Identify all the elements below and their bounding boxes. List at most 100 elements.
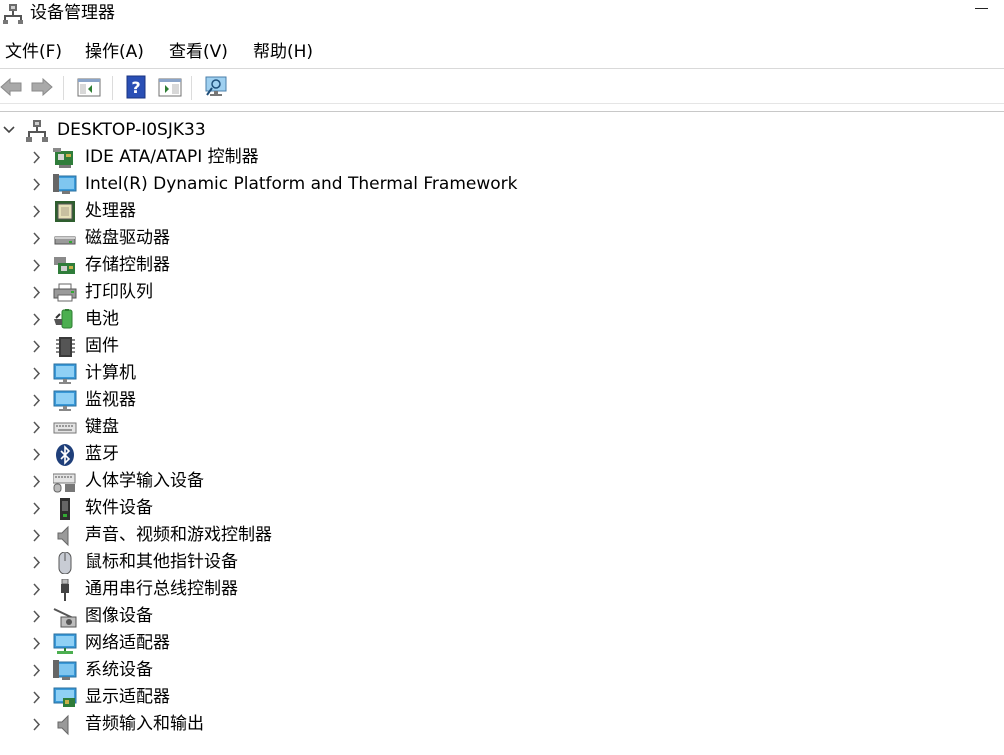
chevron-right-icon[interactable] (30, 171, 44, 198)
battery-icon (53, 309, 77, 331)
tree-item-monitor[interactable]: 监视器 (0, 387, 600, 414)
tree-item-label: 鼠标和其他指针设备 (85, 552, 238, 572)
tree-item-system-devices[interactable]: 系统设备 (0, 657, 600, 684)
tree-item-display-adapter[interactable]: 显示适配器 (0, 684, 600, 711)
tree-item-label: 人体学输入设备 (85, 471, 204, 491)
tree-item-software-device[interactable]: 软件设备 (0, 495, 600, 522)
chevron-right-icon[interactable] (30, 279, 44, 306)
chevron-right-icon[interactable] (30, 630, 44, 657)
chevron-right-icon[interactable] (30, 603, 44, 630)
tree-item-label: 音频输入和输出 (85, 714, 204, 734)
window-title: 设备管理器 (30, 3, 115, 23)
sound-icon (53, 525, 77, 547)
tree-item-battery[interactable]: 电池 (0, 306, 600, 333)
toolbar-separator (112, 76, 113, 100)
menu-action[interactable]: 操作(A) (85, 39, 144, 65)
camera-icon (53, 606, 77, 628)
tree-item-keyboard[interactable]: 键盘 (0, 414, 600, 441)
menu-help[interactable]: 帮助(H) (253, 39, 313, 65)
tree-item-label: 图像设备 (85, 606, 153, 626)
chevron-right-icon[interactable] (30, 684, 44, 711)
chevron-right-icon[interactable] (30, 657, 44, 684)
tree-item-ide[interactable]: IDE ATA/ATAPI 控制器 (0, 144, 600, 171)
tree-item-label: 软件设备 (85, 498, 153, 518)
tree-item-label: IDE ATA/ATAPI 控制器 (85, 147, 259, 167)
tree-item-usb[interactable]: 通用串行总线控制器 (0, 576, 600, 603)
tree-item-intel-dptf[interactable]: Intel(R) Dynamic Platform and Thermal Fr… (0, 171, 600, 198)
tree-item-label: 电池 (85, 309, 119, 329)
disk-drive-icon (53, 228, 77, 250)
tree-item-storage[interactable]: 存储控制器 (0, 252, 600, 279)
chevron-right-icon[interactable] (30, 522, 44, 549)
tree-item-hid[interactable]: 人体学输入设备 (0, 468, 600, 495)
mouse-icon (53, 551, 77, 575)
tree-item-label: 蓝牙 (85, 444, 119, 464)
chevron-right-icon[interactable] (30, 495, 44, 522)
tree-item-bluetooth[interactable]: 蓝牙 (0, 441, 600, 468)
tree-root[interactable]: DESKTOP-I0SJK33 (0, 117, 600, 144)
chevron-right-icon[interactable] (30, 468, 44, 495)
menu-file[interactable]: 文件(F) (5, 39, 62, 65)
printer-icon (53, 282, 77, 304)
tree-item-label: 网络适配器 (85, 633, 170, 653)
chevron-right-icon[interactable] (30, 144, 44, 171)
tree-item-computer[interactable]: 计算机 (0, 360, 600, 387)
firmware-icon (53, 336, 77, 358)
tree-item-sound[interactable]: 声音、视频和游戏控制器 (0, 522, 600, 549)
chevron-right-icon[interactable] (30, 711, 44, 738)
toolbar: ? (0, 70, 1004, 104)
tree-item-label: 存储控制器 (85, 255, 170, 275)
tree-item-label: 计算机 (85, 363, 136, 383)
chevron-right-icon[interactable] (30, 306, 44, 333)
tree-item-label: 显示适配器 (85, 687, 170, 707)
tree-item-disk[interactable]: 磁盘驱动器 (0, 225, 600, 252)
chevron-right-icon[interactable] (30, 576, 44, 603)
tree-item-print-queue[interactable]: 打印队列 (0, 279, 600, 306)
tree-item-firmware[interactable]: 固件 (0, 333, 600, 360)
chevron-right-icon[interactable] (30, 387, 44, 414)
chevron-right-icon[interactable] (30, 252, 44, 279)
audio-io-icon (53, 714, 77, 736)
hid-icon (52, 471, 77, 493)
tree-item-mouse[interactable]: 鼠标和其他指针设备 (0, 549, 600, 576)
back-icon[interactable] (0, 74, 24, 100)
minimize-button[interactable] (958, 0, 1004, 28)
chevron-down-icon[interactable] (2, 117, 16, 144)
title-bar: 设备管理器 (0, 0, 1004, 30)
tree-item-processor[interactable]: 处理器 (0, 198, 600, 225)
network-adapter-icon (53, 633, 77, 655)
chevron-right-icon[interactable] (30, 225, 44, 252)
tree-item-audio-io[interactable]: 音频输入和输出 (0, 711, 600, 738)
computer-root-icon (25, 120, 49, 142)
menu-divider (0, 68, 1004, 69)
chevron-right-icon[interactable] (30, 441, 44, 468)
display-adapter-icon (53, 687, 77, 709)
tree-item-network[interactable]: 网络适配器 (0, 630, 600, 657)
chevron-right-icon[interactable] (30, 360, 44, 387)
tree-item-label: 键盘 (85, 417, 119, 437)
tree-item-label: 监视器 (85, 390, 136, 410)
keyboard-icon (53, 417, 77, 439)
tree-item-label: 磁盘驱动器 (85, 228, 170, 248)
tree-item-label: 声音、视频和游戏控制器 (85, 525, 272, 545)
usb-icon (53, 578, 77, 601)
show-hide-console-tree-icon[interactable] (76, 74, 102, 100)
chevron-right-icon[interactable] (30, 549, 44, 576)
tree-item-label: 系统设备 (85, 660, 153, 680)
software-device-icon (53, 498, 77, 520)
forward-icon[interactable] (29, 74, 55, 100)
system-device-icon (53, 660, 77, 682)
properties-icon[interactable] (157, 74, 183, 100)
device-manager-icon (2, 3, 24, 29)
toolbar-separator (63, 76, 64, 100)
monitor-icon (53, 390, 77, 412)
chevron-right-icon[interactable] (30, 333, 44, 360)
tree-item-label: 通用串行总线控制器 (85, 579, 238, 599)
chevron-right-icon[interactable] (30, 198, 44, 225)
chevron-right-icon[interactable] (30, 414, 44, 441)
menu-view[interactable]: 查看(V) (169, 39, 228, 65)
tree-item-imaging[interactable]: 图像设备 (0, 603, 600, 630)
scan-hardware-icon[interactable] (203, 74, 229, 100)
content-divider (0, 111, 1004, 112)
help-icon[interactable]: ? (123, 74, 149, 100)
